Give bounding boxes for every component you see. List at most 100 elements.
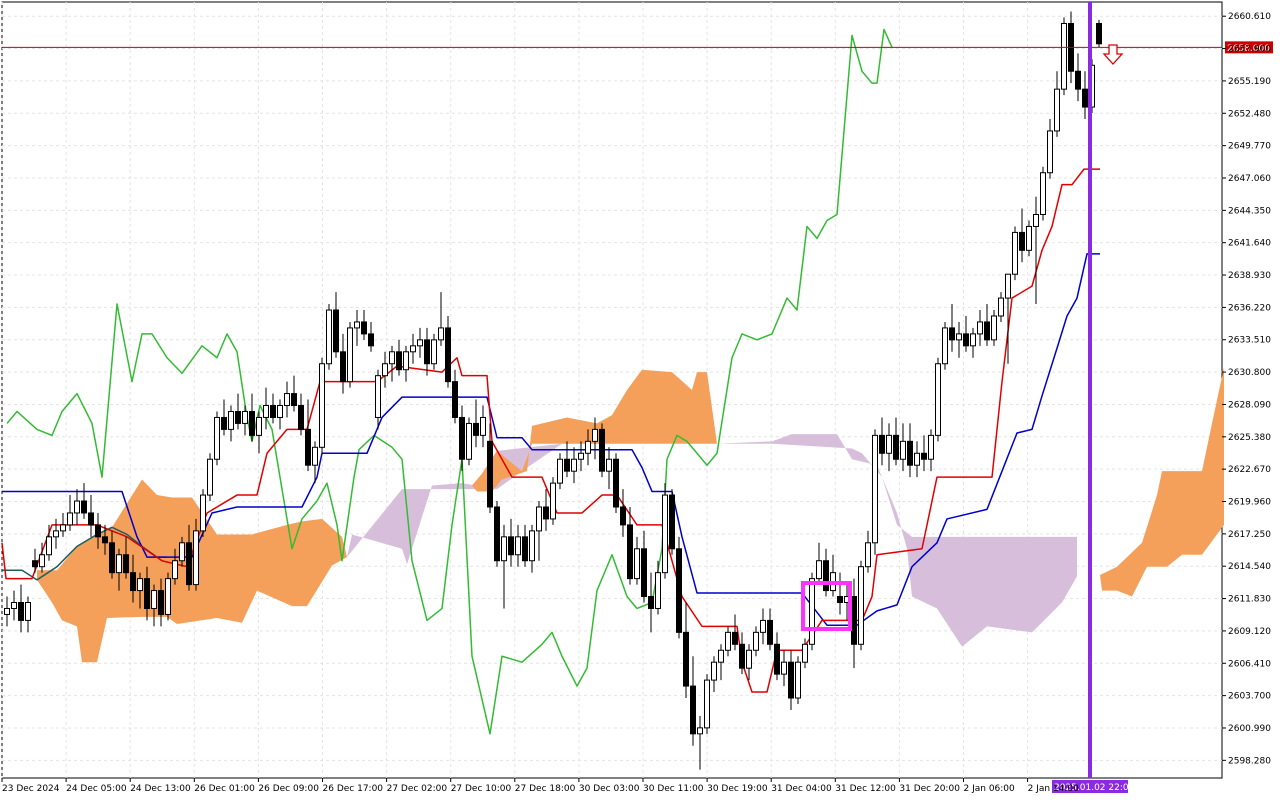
candle-bear xyxy=(88,512,94,526)
candle-bull xyxy=(284,393,290,407)
candle-bear xyxy=(1075,70,1081,90)
candle-bear xyxy=(963,333,969,347)
y-axis: 2660.610 2657.900 2655.190 2652.480 2649.770… xyxy=(1222,12,1271,766)
candle-bull xyxy=(137,578,143,592)
candle-bear xyxy=(221,416,227,430)
y-tick-label: 2644.350 xyxy=(1228,206,1271,216)
y-tick-label: 2598.280 xyxy=(1228,756,1271,766)
candle-bear xyxy=(270,405,276,418)
candle-bear xyxy=(445,327,451,383)
candle-bull xyxy=(634,548,640,580)
y-tick-label: 2609.120 xyxy=(1228,627,1271,637)
candle-bear xyxy=(1019,231,1025,251)
y-tick-label: 2655.190 xyxy=(1228,77,1271,87)
candle-bull xyxy=(263,405,269,418)
candle-bull xyxy=(326,309,332,365)
candle-bull xyxy=(1012,231,1018,275)
candle-bull xyxy=(11,602,17,609)
candle-bear xyxy=(109,542,115,574)
candle-bull xyxy=(802,643,808,663)
candle-bear xyxy=(676,548,682,633)
candle-bull xyxy=(1054,88,1060,132)
candle-bear xyxy=(32,560,38,568)
y-tick-label: 2630.800 xyxy=(1228,368,1271,378)
candle-bull xyxy=(725,631,731,651)
y-tick-label: 2633.510 xyxy=(1228,336,1271,346)
candle-bull xyxy=(389,351,395,365)
candle-bear xyxy=(396,351,402,371)
candle-bear xyxy=(627,524,633,580)
y-tick-label: 2660.610 xyxy=(1228,12,1271,22)
candle-bull xyxy=(277,405,283,418)
candle-bear xyxy=(123,554,129,574)
candle-bear xyxy=(739,643,745,669)
candle-bear xyxy=(921,452,927,460)
candle-bull xyxy=(1040,172,1046,216)
candle-bull xyxy=(1005,273,1011,299)
candle-bear xyxy=(907,440,913,466)
candle-bull xyxy=(354,321,360,329)
candle-bear xyxy=(564,458,570,472)
candle-bear xyxy=(837,596,843,604)
candle-bull xyxy=(256,416,262,436)
candle-bear xyxy=(823,560,829,592)
candle-bear xyxy=(543,506,549,520)
candle-bull xyxy=(550,482,556,520)
candle-bull xyxy=(1026,225,1032,251)
candle-bull xyxy=(781,661,787,675)
candle-bear xyxy=(494,506,500,562)
candle-bull xyxy=(410,345,416,353)
candle-bull xyxy=(711,661,717,681)
candle-bull xyxy=(319,363,325,448)
candle-bull xyxy=(60,524,66,532)
y-tick-label: 2625.380 xyxy=(1228,433,1271,443)
candle-bull xyxy=(466,422,472,460)
candle-bear xyxy=(641,548,647,598)
candle-bear xyxy=(508,536,514,556)
candle-bull xyxy=(557,458,563,484)
candle-bull xyxy=(571,458,577,472)
x-tick-label: 27 Dec 18:00 xyxy=(515,784,576,794)
candle-bear xyxy=(1096,22,1102,45)
candle-bull xyxy=(655,572,661,609)
candle-bear xyxy=(81,500,87,514)
candle-bull xyxy=(1061,22,1067,90)
candle-bear xyxy=(305,428,311,466)
candle-bull xyxy=(886,434,892,454)
candle-bear xyxy=(473,422,479,436)
candle-bear xyxy=(879,434,885,454)
candle-bull xyxy=(718,649,724,663)
y-tick-label: 2622.670 xyxy=(1228,465,1271,475)
candle-bear xyxy=(522,536,528,562)
x-tick-label: 26 Dec 17:00 xyxy=(323,784,384,794)
candle-bull xyxy=(228,410,234,430)
x-tick-label: 24 Dec 13:00 xyxy=(130,784,191,794)
y-tick-label: 2628.090 xyxy=(1228,400,1271,410)
candle-bull xyxy=(816,560,822,580)
candle-bull xyxy=(704,679,710,729)
candle-bull xyxy=(606,458,612,472)
y-tick-label: 2614.540 xyxy=(1228,562,1271,572)
candle-bear xyxy=(1082,88,1088,108)
candle-bear xyxy=(459,416,465,460)
y-tick-label: 2638.930 xyxy=(1228,271,1271,281)
candle-bull xyxy=(214,416,220,460)
candle-bear xyxy=(333,309,339,353)
candle-bear xyxy=(291,393,297,407)
chart-container: 2658.000 2025.01.02 22:00 2660.610 2657.90… xyxy=(0,0,1280,800)
candle-bull xyxy=(977,321,983,335)
candle-bull xyxy=(403,351,409,371)
y-tick-label: 2603.700 xyxy=(1228,692,1271,702)
candle-bull xyxy=(536,506,542,532)
candle-bull xyxy=(193,530,199,586)
candle-bull xyxy=(858,566,864,645)
y-tick-label: 2652.480 xyxy=(1228,109,1271,119)
candle-bull xyxy=(501,536,507,562)
candle-bull xyxy=(375,375,381,418)
candle-bull xyxy=(46,536,52,556)
x-tick-label: 31 Dec 12:00 xyxy=(835,784,896,794)
candle-bull xyxy=(998,297,1004,317)
candle-bull xyxy=(753,631,759,651)
x-tick-label: 30 Dec 11:00 xyxy=(643,784,704,794)
candle-bull xyxy=(116,554,122,574)
